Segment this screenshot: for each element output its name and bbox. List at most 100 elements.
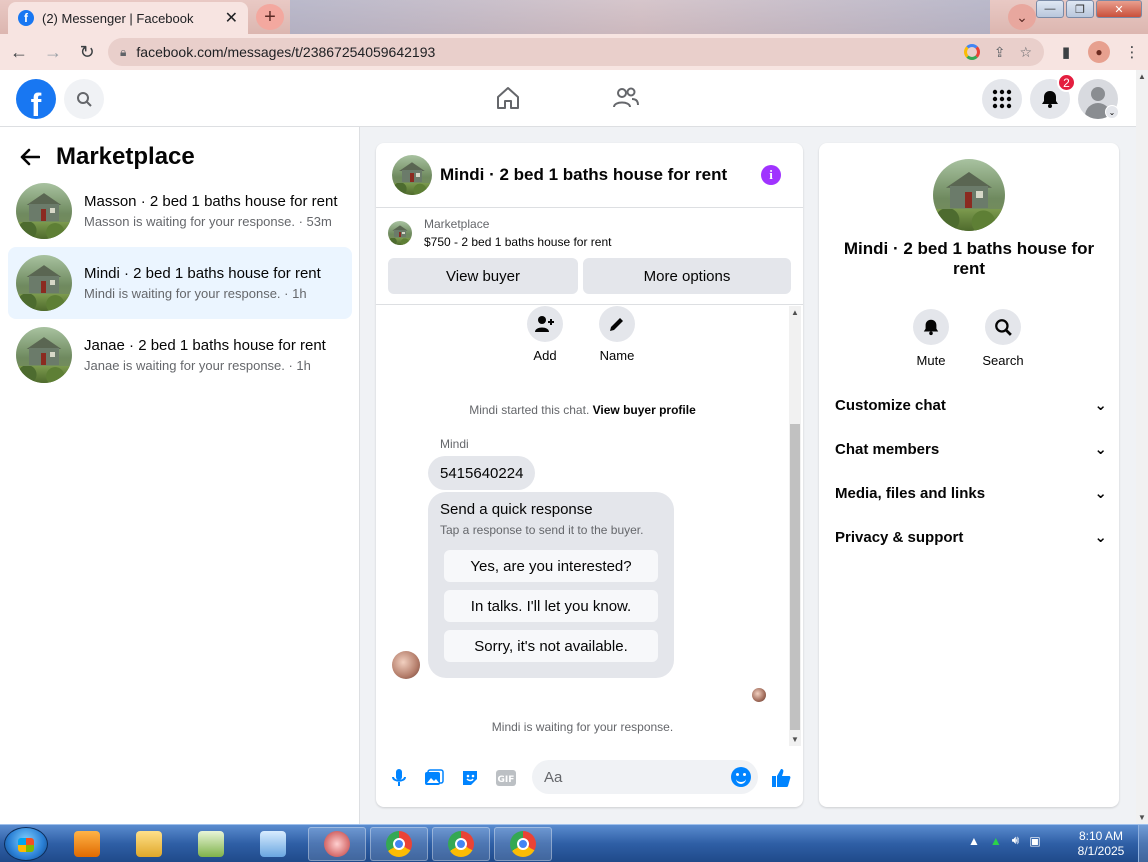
quick-response-option[interactable]: In talks. I'll let you know. [444, 590, 658, 622]
center-navigation [488, 82, 646, 114]
message-thread[interactable]: Add Name Mindi started this chat. View b… [376, 306, 803, 746]
chat-listing-thumbnail[interactable] [392, 155, 432, 195]
row-label: Privacy & support [835, 528, 964, 546]
chat-members-row[interactable]: Chat members ⌄ [835, 427, 1107, 471]
chevron-down-icon: ⌄ [1094, 441, 1107, 458]
media-player-taskbar-button[interactable] [58, 827, 116, 861]
view-buyer-profile-link[interactable]: View buyer profile [593, 403, 696, 417]
friends-icon [613, 87, 639, 108]
back-arrow-icon[interactable] [20, 148, 40, 166]
scroll-down-arrow-icon[interactable]: ▼ [791, 735, 799, 744]
app-tray-icon[interactable]: ▲ [990, 834, 1002, 848]
chat-details-panel: Mindi · 2 bed 1 baths house for rent Mut… [819, 143, 1119, 807]
file-explorer-taskbar-button[interactable] [120, 827, 178, 861]
listing-price[interactable]: $750 - 2 bed 1 baths house for rent [424, 235, 611, 249]
listing-mini-thumbnail [388, 221, 412, 245]
more-options-button[interactable]: More options [583, 258, 791, 294]
chat-title[interactable]: Mindi · 2 bed 1 baths house for rent [440, 165, 727, 185]
message-composer: GIF Aa [376, 755, 803, 799]
view-buyer-button[interactable]: View buyer [388, 258, 578, 294]
thread-list-header: Marketplace [20, 143, 195, 171]
quick-response-option[interactable]: Yes, are you interested? [444, 550, 658, 582]
chat-window: Mindi · 2 bed 1 baths house for rent i M… [376, 143, 803, 807]
network-icon[interactable]: ▣ [1029, 834, 1040, 848]
media-player-icon [74, 831, 100, 857]
photo-icon[interactable] [423, 767, 445, 789]
snipping-tool-taskbar-button[interactable] [308, 827, 366, 861]
home-nav-button[interactable] [488, 82, 528, 114]
scroll-up-arrow-icon[interactable]: ▲ [1138, 72, 1146, 81]
bell-icon [1042, 91, 1058, 108]
name-chat-action[interactable]: Name [587, 306, 647, 363]
notepad-taskbar-button[interactable] [244, 827, 302, 861]
message-bubble[interactable]: 5415640224 [428, 456, 536, 490]
sticker-icon[interactable] [459, 767, 481, 789]
message-sender-name: Mindi [440, 437, 469, 451]
side-panel-icon[interactable]: ▮ [1052, 38, 1080, 66]
thread-item-janae[interactable]: Janae · 2 bed 1 baths house for rent Jan… [8, 319, 352, 391]
privacy-support-row[interactable]: Privacy & support ⌄ [835, 515, 1107, 559]
chrome-taskbar-button-3[interactable] [494, 827, 552, 861]
bookmark-star-icon[interactable]: ☆ [1019, 44, 1032, 61]
customize-chat-row[interactable]: Customize chat ⌄ [835, 383, 1107, 427]
add-person-icon [535, 316, 554, 332]
thread-item-masson[interactable]: Masson · 2 bed 1 baths house for rent Ma… [8, 175, 352, 247]
listing-large-thumbnail [933, 159, 1005, 231]
page-scrollbar[interactable]: ▲ ▼ [1136, 70, 1148, 824]
restore-button[interactable]: ❐ [1066, 0, 1094, 18]
menu-button[interactable] [982, 79, 1022, 119]
scroll-up-arrow-icon[interactable]: ▲ [791, 308, 799, 317]
browser-tab-messenger[interactable]: f (2) Messenger | Facebook ✕ [8, 2, 248, 34]
reload-button[interactable]: ↻ [72, 37, 102, 67]
minimize-button[interactable]: — [1036, 0, 1064, 18]
chrome-taskbar-button-1[interactable] [370, 827, 428, 861]
add-people-action[interactable]: Add [515, 306, 575, 363]
back-button[interactable]: ← [4, 37, 34, 67]
tab-search-button[interactable]: ⌄ [1008, 4, 1036, 30]
row-label: Customize chat [835, 396, 946, 414]
emoji-icon[interactable] [731, 767, 751, 787]
facebook-logo-icon[interactable]: f [16, 79, 56, 119]
quick-response-option[interactable]: Sorry, it's not available. [444, 630, 658, 662]
google-icon[interactable] [963, 44, 980, 60]
row-label: Chat members [835, 440, 940, 458]
message-input[interactable]: Aa [532, 760, 758, 794]
account-chevron-down-icon[interactable]: ⌄ [1105, 105, 1119, 119]
taskbar-clock[interactable]: 8:10 AM 8/1/2025 [1066, 829, 1136, 859]
sender-avatar[interactable] [392, 651, 420, 679]
scroll-thumb[interactable] [790, 424, 800, 730]
media-files-links-row[interactable]: Media, files and links ⌄ [835, 471, 1107, 515]
listing-thumbnail [16, 255, 72, 311]
menu-kebab-icon[interactable]: ⋮ [1118, 38, 1146, 66]
listing-card: Marketplace $750 - 2 bed 1 baths house f… [376, 209, 803, 305]
gif-icon[interactable]: GIF [495, 767, 517, 789]
chat-started-notice: Mindi started this chat. View buyer prof… [376, 403, 789, 417]
scroll-down-arrow-icon[interactable]: ▼ [1138, 813, 1146, 822]
volume-icon[interactable]: 🔊︎ [1012, 833, 1020, 848]
info-icon[interactable]: i [761, 165, 781, 185]
mute-action[interactable]: Mute [901, 309, 961, 368]
thread-item-mindi[interactable]: Mindi · 2 bed 1 baths house for rent Min… [8, 247, 352, 319]
forward-button[interactable]: → [38, 37, 68, 67]
quick-response-subtitle: Tap a response to send it to the buyer. [440, 523, 644, 537]
share-icon[interactable]: ⇪ [994, 44, 1006, 61]
new-tab-button[interactable]: + [256, 4, 284, 30]
address-bar[interactable]: 🔒︎ facebook.com/messages/t/2386725405964… [108, 38, 1044, 66]
message-scrollbar[interactable]: ▲ ▼ [789, 306, 801, 746]
close-window-button[interactable]: ✕ [1096, 0, 1142, 18]
friends-nav-button[interactable] [606, 82, 646, 114]
listing-thumbnail [16, 327, 72, 383]
start-button[interactable] [4, 827, 48, 861]
listing-thumbnail [16, 183, 72, 239]
show-hidden-icons-arrow-icon[interactable]: ▲ [968, 834, 980, 848]
spreadsheet-taskbar-button[interactable] [182, 827, 240, 861]
thumbs-up-icon[interactable] [770, 767, 792, 789]
notifications-button[interactable]: 2 [1030, 73, 1076, 119]
tab-close-icon[interactable]: ✕ [225, 8, 238, 28]
facebook-search-button[interactable] [64, 79, 104, 119]
chrome-taskbar-button-2[interactable] [432, 827, 490, 861]
microphone-icon[interactable] [388, 767, 410, 789]
search-in-chat-action[interactable]: Search [973, 309, 1033, 368]
show-desktop-button[interactable] [1138, 825, 1148, 862]
profile-avatar-icon[interactable]: ● [1088, 41, 1110, 63]
